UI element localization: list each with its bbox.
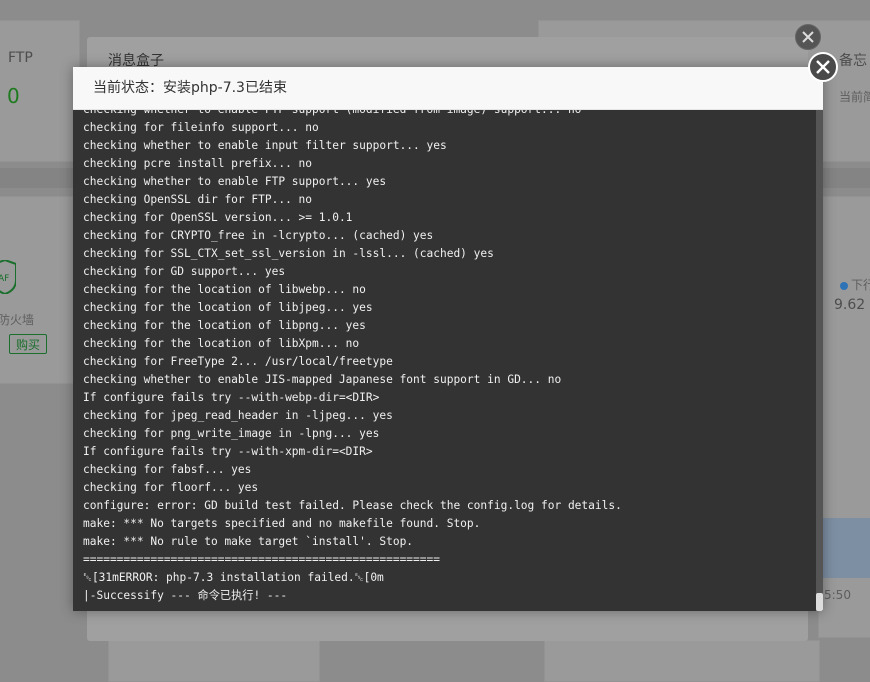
traffic-chart-area xyxy=(822,518,870,578)
console-line: checking for png_write_image in -lpng...… xyxy=(83,427,380,440)
console-line: make: *** No targets specified and no ma… xyxy=(83,517,481,530)
console-line: |-Successify --- 命令已执行! --- xyxy=(83,589,288,602)
dialog-status-title: 当前状态：安装php-7.3已结束 xyxy=(73,67,823,110)
console-line: checking for the location of libjpeg... … xyxy=(83,301,373,314)
console-line: checking for OpenSSL version... >= 1.0.1 xyxy=(83,211,353,224)
console-line: If configure fails try --with-xpm-dir=<D… xyxy=(83,445,373,458)
console-lines: checking whether to enable FTP support (… xyxy=(83,110,816,605)
console-line: checking whether to enable FTP support (… xyxy=(83,110,816,119)
console-line: checking whether to enable JIS-mapped Ja… xyxy=(83,373,562,386)
ftp-count: 0 xyxy=(7,84,20,108)
backup-label: 备忘 xyxy=(839,53,867,69)
console-line: If configure fails try --with-webp-dir=<… xyxy=(83,391,380,404)
close-icon xyxy=(802,31,814,43)
console-line: checking pcre install prefix... no xyxy=(83,157,313,170)
console-line: checking for fileinfo support... no xyxy=(83,121,319,134)
buy-button[interactable]: 购买 xyxy=(9,334,47,354)
console-line: checking for CRYPTO_free in -lcrypto... … xyxy=(83,229,434,242)
console-scrollbar[interactable] xyxy=(816,110,823,611)
console-line: checking for the location of libwebp... … xyxy=(83,283,366,296)
traffic-legend: 下行 xyxy=(840,276,870,293)
firewall-label: 防火墙 xyxy=(0,313,35,327)
waf-shield-icon: AF xyxy=(0,260,16,294)
console-output[interactable]: checking whether to enable FTP support (… xyxy=(73,110,816,611)
ftp-label: FTP xyxy=(8,50,33,66)
console-line: checking whether to enable FTP support..… xyxy=(83,175,387,188)
console-line: checking for floorf... yes xyxy=(83,481,259,494)
legend-dot-icon xyxy=(840,281,848,290)
console-line: checking whether to enable input filter … xyxy=(83,139,447,152)
console-line: checking for jpeg_read_header in -ljpeg.… xyxy=(83,409,393,422)
console-line: ␛[31mERROR: php-7.3 installation failed.… xyxy=(83,571,384,584)
bottom-card-2 xyxy=(544,640,820,682)
console-line: checking for the location of libXpm... n… xyxy=(83,337,360,350)
dialog-close-button[interactable] xyxy=(808,52,838,82)
time-label: 5:50 xyxy=(824,588,851,602)
console-line: make: *** No rule to make target `instal… xyxy=(83,535,414,548)
console-line: checking for the location of libpng... y… xyxy=(83,319,366,332)
legend-label: 下行 xyxy=(851,278,870,292)
install-log-dialog: 当前状态：安装php-7.3已结束 checking whether to en… xyxy=(73,67,823,611)
message-box-close-button[interactable] xyxy=(795,24,821,50)
close-icon xyxy=(816,60,830,74)
scrollbar-thumb[interactable] xyxy=(816,593,823,611)
svg-text:AF: AF xyxy=(0,274,9,284)
speed-value: 9.62 K xyxy=(834,297,870,313)
console-line: checking for SSL_CTX_set_ssl_version in … xyxy=(83,247,494,260)
console-line: checking OpenSSL dir for FTP... no xyxy=(83,193,313,206)
console-line: checking for fabsf... yes xyxy=(83,463,252,476)
console-line: checking for FreeType 2... /usr/local/fr… xyxy=(83,355,393,368)
bottom-card-1 xyxy=(108,640,320,682)
console-line: configure: error: GD build test failed. … xyxy=(83,499,622,512)
current-label: 当前简 xyxy=(839,90,870,104)
console-line: checking for GD support... yes xyxy=(83,265,286,278)
console-line: ========================================… xyxy=(83,553,440,566)
